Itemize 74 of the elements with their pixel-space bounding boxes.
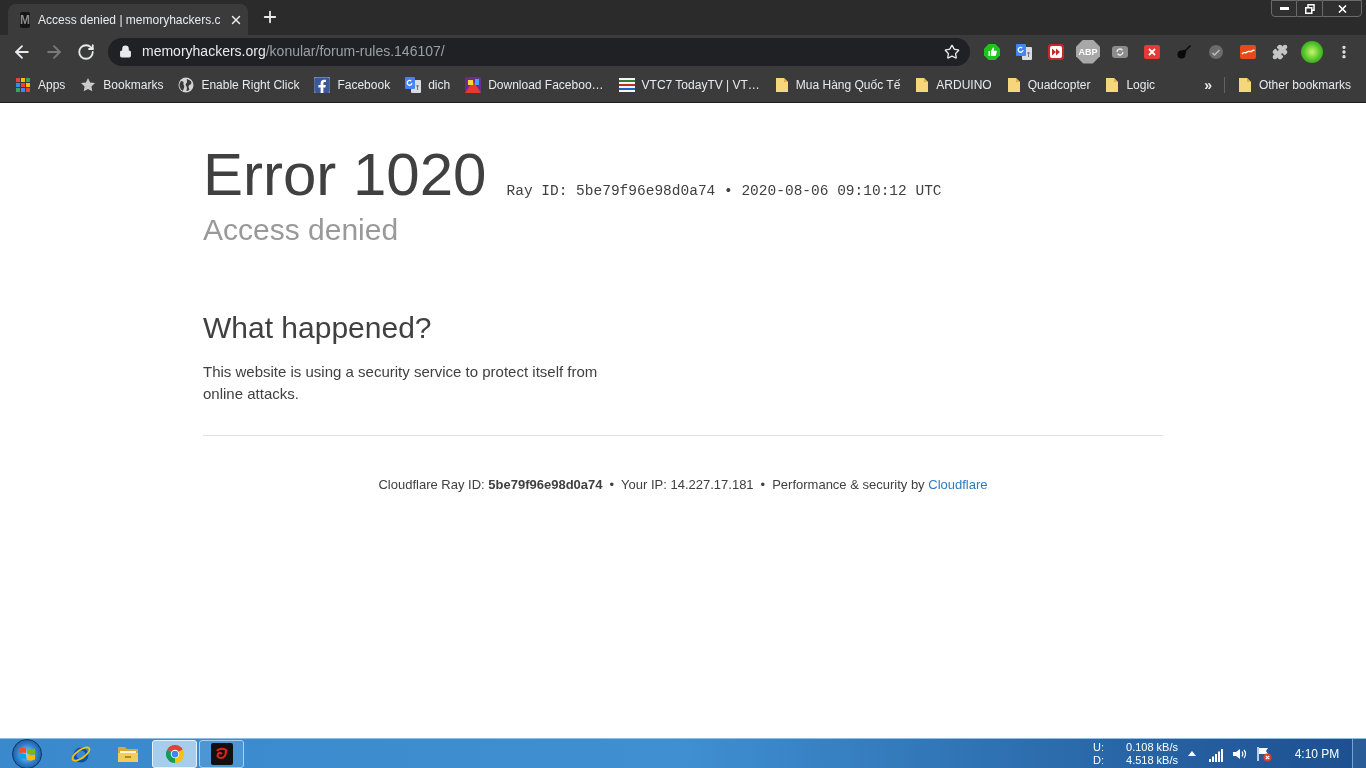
- cloudflare-link[interactable]: Cloudflare: [928, 477, 988, 492]
- facebook-icon: [314, 77, 331, 93]
- lock-icon: [119, 45, 132, 58]
- bookmarks-overflow-button[interactable]: »: [1198, 73, 1218, 97]
- footer-text: Cloudflare Ray ID: 5be79f96e98d0a74: [378, 476, 603, 494]
- bookmark-item[interactable]: dich: [398, 71, 458, 99]
- bullet-separator: •: [609, 476, 615, 494]
- squiggle-tile-icon: [1240, 43, 1256, 60]
- bookmark-item[interactable]: Logic: [1098, 71, 1163, 99]
- apps-grid-icon: [15, 77, 31, 93]
- bookmark-item[interactable]: Bookmarks: [73, 71, 171, 99]
- folder-icon: [1006, 77, 1021, 93]
- thumbs-up-icon: [984, 43, 1000, 60]
- restore-icon: [1304, 3, 1315, 14]
- folder-icon: [1237, 77, 1252, 93]
- globe-icon: [178, 77, 195, 93]
- bookmark-item[interactable]: Download Faceboo…: [458, 71, 611, 99]
- taskbar-app-button[interactable]: [199, 739, 244, 768]
- bookmark-item[interactable]: ARDUINO: [908, 71, 999, 99]
- guitar-icon: [1176, 43, 1192, 60]
- expand-arrow-icon: [1188, 751, 1196, 756]
- restore-button[interactable]: [1297, 0, 1322, 17]
- close-window-button[interactable]: [1322, 0, 1362, 17]
- browser-tab[interactable]: M Access denied | memoryhackers.c: [8, 4, 248, 35]
- start-button[interactable]: [12, 738, 42, 768]
- avatar-icon: [1301, 40, 1323, 63]
- tab-favicon: M: [20, 11, 30, 28]
- x-tile-icon: [1144, 43, 1160, 60]
- bookmark-star-icon[interactable]: [944, 43, 960, 60]
- error-title: Error 1020: [203, 145, 487, 205]
- url-text: memoryhackers.org/konular/forum-rules.146107/: [142, 42, 445, 61]
- bullet-separator: •: [760, 476, 766, 494]
- download-speed: 4.518 kB/s: [1126, 753, 1178, 767]
- chrome-icon: [165, 744, 184, 763]
- swirl-tile-icon: [210, 742, 233, 765]
- bookmark-item[interactable]: Other bookmarks: [1230, 71, 1358, 99]
- fast-forward-icon: [1048, 43, 1064, 60]
- striped-tile-icon: [618, 77, 635, 93]
- bookmark-item[interactable]: VTC7 TodayTV | VT…: [611, 71, 767, 99]
- sync-tile-icon: [1112, 43, 1128, 60]
- upload-label: U:: [1093, 740, 1104, 754]
- tab-title: Access denied | memoryhackers.c: [38, 11, 221, 29]
- puzzle-icon: [1272, 43, 1288, 60]
- star-icon: [80, 77, 97, 93]
- reload-icon: [77, 42, 95, 61]
- explanation-text: This website is using a security service to protect itself from online attacks.: [203, 362, 599, 404]
- folder-icon: [774, 77, 789, 93]
- windows-flag-icon: [19, 746, 35, 761]
- translate-icon: [1016, 43, 1032, 60]
- error-subtitle: Access denied: [203, 212, 400, 248]
- minimize-button[interactable]: [1271, 0, 1297, 17]
- folder-icon: [1105, 77, 1120, 93]
- section-heading: What happened?: [203, 310, 433, 346]
- upload-speed: 0.108 kB/s: [1126, 740, 1178, 754]
- gauge-icon: [1208, 43, 1224, 60]
- ray-id-text: Ray ID: 5be79f96e98d0a74 • 2020-08-06 09:10:12 UTC: [506, 182, 942, 201]
- clock-button[interactable]: 4:10 PM: [1284, 741, 1350, 766]
- plus-icon: [261, 8, 279, 26]
- address-bar[interactable]: memoryhackers.org/konular/forum-rules.146107/: [108, 37, 970, 66]
- credit-text: Performance & security by Cloudflare: [772, 476, 988, 494]
- bookmark-item[interactable]: Enable Right Click: [171, 71, 307, 99]
- show-desktop-button[interactable]: [1352, 739, 1366, 768]
- footer-text: Your IP: 14.227.17.181: [621, 476, 754, 494]
- minimize-icon: [1279, 7, 1289, 10]
- bookmark-item[interactable]: Apps: [8, 71, 73, 99]
- bookmark-item[interactable]: Mua Hàng Quốc Tế: [767, 71, 908, 99]
- bookmark-item[interactable]: Facebook: [307, 71, 398, 99]
- flag-error-icon: [1256, 745, 1272, 762]
- bookmark-item[interactable]: Quadcopter: [999, 71, 1098, 99]
- download-label: D:: [1093, 753, 1104, 767]
- app-tile-icon: [465, 77, 482, 93]
- folder-icon: [915, 77, 930, 93]
- translate-icon: [405, 77, 422, 93]
- close-icon: [1337, 4, 1347, 13]
